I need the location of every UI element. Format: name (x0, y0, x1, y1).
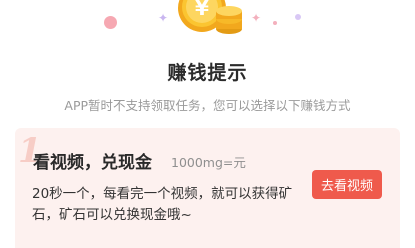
sparkle-icon: ✦ (158, 11, 169, 25)
gold-coin-stack-icon: ¥ (172, 0, 247, 41)
decorative-dot (295, 14, 301, 20)
sparkle-icon: ✦ (251, 11, 262, 25)
decorative-dot (104, 16, 117, 29)
task-description: 20秒一个，每看完一个视频，就可以获得矿石，矿石可以兑换现金哦~ (32, 186, 293, 223)
task-title: 看视频，兑现金 (33, 153, 152, 173)
dialog-subtitle: APP暂时不支持领取任务，您可以选择以下赚钱方式 (64, 98, 351, 113)
decorative-dot (273, 21, 277, 25)
header-illustration: ✦ ✦ ¥ (0, 0, 415, 60)
task-exchange-rate: 1000mg=元 (171, 155, 246, 170)
watch-video-button[interactable]: 去看视频 (312, 170, 382, 199)
dialog-title: 赚钱提示 (167, 62, 248, 84)
task-card-watch-video: 1 看视频，兑现金 1000mg=元 20秒一个，每看完一个视频，就可以获得矿石… (15, 128, 400, 248)
coin-symbol: ¥ (195, 0, 209, 20)
